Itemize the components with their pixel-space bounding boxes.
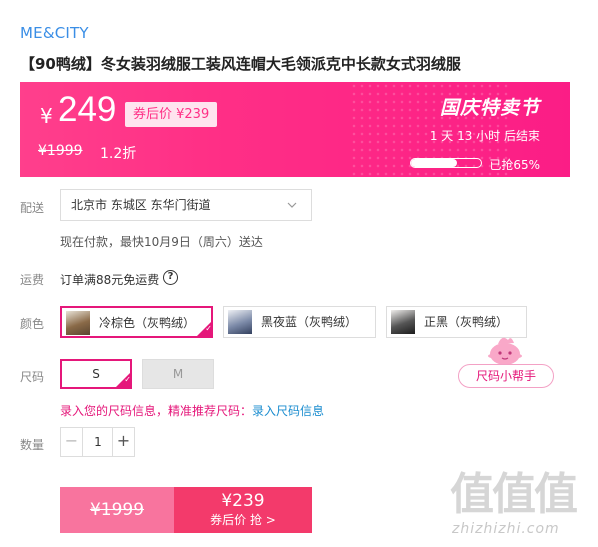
size-option-m[interactable]: M <box>142 359 214 389</box>
size-option-label: M <box>172 367 184 381</box>
delivery-label: 配送 <box>20 201 45 215</box>
sold-percentage: 已抢65% <box>489 158 540 172</box>
color-option-cool-brown[interactable]: 冷棕色（灰鸭绒） ✓ <box>60 306 213 338</box>
selected-check-icon: ✓ <box>116 373 131 387</box>
coupon-buy-button[interactable]: ¥239 券后价 抢 > <box>174 487 312 533</box>
quantity-input[interactable]: 1 <box>83 428 113 456</box>
help-icon[interactable]: ? <box>163 270 178 285</box>
quantity-stepper: − 1 + <box>60 427 135 457</box>
size-tip: 录入您的尺码信息，精准推荐尺码：录入尺码信息 <box>60 402 324 419</box>
watermark-logo: 值值值 <box>450 469 578 520</box>
delivery-eta: 现在付款，最快10月9日（周六）送达 <box>60 235 263 249</box>
size-label: 尺码 <box>20 370 45 384</box>
brand-name[interactable]: ME&CITY <box>20 24 89 42</box>
color-option-label: 黑夜蓝（灰鸭绒） <box>261 315 358 329</box>
color-option-night-blue[interactable]: 黑夜蓝（灰鸭绒） <box>223 306 376 338</box>
coupon-price-tag: 券后价 ¥239 <box>125 102 218 127</box>
original-price: ¥1999 <box>38 143 83 159</box>
mascot-icon <box>484 334 526 366</box>
selected-check-icon: ✓ <box>197 322 212 336</box>
discount-rate: 1.2折 <box>100 146 137 162</box>
sold-progress-fill <box>411 159 457 167</box>
color-option-label: 冷棕色（灰鸭绒） <box>99 316 196 330</box>
chevron-down-icon <box>287 190 297 232</box>
size-input-link[interactable]: 录入尺码信息 <box>252 404 324 418</box>
original-price-button[interactable]: ¥1999 <box>60 487 174 533</box>
promo-banner: ¥ 249 券后价 ¥239 ¥1999 1.2折 国庆特卖节 1 天 13 小… <box>20 82 570 177</box>
product-title: 【90鸭绒】冬女装羽绒服工装风连帽大毛领派克中长款女式羽绒服 <box>20 55 461 73</box>
quantity-label: 数量 <box>20 438 45 452</box>
color-label: 颜色 <box>20 317 45 331</box>
sold-progress-bar <box>410 158 482 168</box>
size-option-s[interactable]: S ✓ <box>60 359 132 389</box>
size-tip-text: 录入您的尺码信息，精准推荐尺码： <box>60 404 253 418</box>
color-option-label: 正黑（灰鸭绒） <box>424 315 509 329</box>
delivery-address-value: 北京市 东城区 东华门街道 <box>71 198 211 212</box>
coupon-buy-label: 券后价 抢 > <box>210 513 276 527</box>
shipping-label: 运费 <box>20 273 45 287</box>
shipping-info: 订单满88元免运费 <box>60 273 160 287</box>
plus-icon[interactable]: + <box>112 428 134 456</box>
coupon-buy-price: ¥239 <box>221 491 265 511</box>
price-currency: ¥ <box>40 104 53 128</box>
product-thumbnail <box>228 310 252 334</box>
sale-price: 249 <box>58 90 117 129</box>
delivery-address-select[interactable]: 北京市 东城区 东华门街道 <box>60 189 312 221</box>
product-thumbnail <box>391 310 415 334</box>
size-helper-button[interactable]: 尺码小帮手 <box>458 364 554 388</box>
minus-icon[interactable]: − <box>61 428 83 456</box>
size-option-label: S <box>92 367 100 381</box>
product-thumbnail <box>66 311 90 335</box>
watermark-url: zhizhizhi.com <box>452 521 560 537</box>
festival-title: 国庆特卖节 <box>439 97 540 119</box>
countdown-timer: 1 天 13 小时 后结束 <box>429 129 540 143</box>
